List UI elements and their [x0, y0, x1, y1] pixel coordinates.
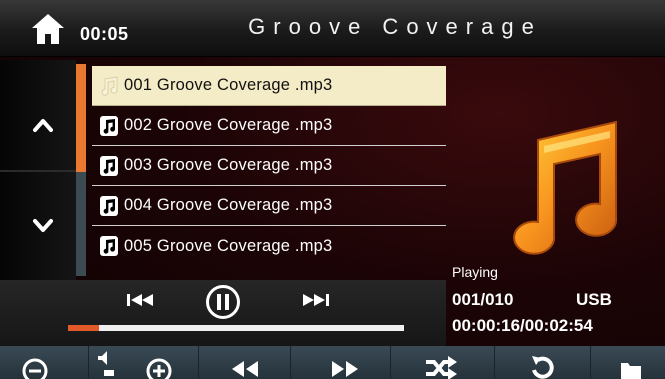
track-name: 005 Groove Coverage .mp3 — [124, 236, 333, 255]
home-button[interactable] — [30, 12, 66, 46]
shuffle-icon — [426, 356, 457, 379]
music-note-icon — [101, 75, 118, 96]
transport-controls — [0, 280, 446, 346]
playlist-scroll-panel — [0, 60, 76, 280]
media-player-screen: 00:05 Groove Coverage 001 Groove Coverag… — [0, 0, 665, 379]
skip-previous-icon — [127, 294, 153, 306]
rewind-button[interactable] — [198, 346, 291, 379]
pause-button[interactable] — [205, 284, 241, 320]
playlist: 001 Groove Coverage .mp3 002 Groove Cove… — [92, 66, 446, 266]
next-track-button[interactable] — [298, 290, 332, 310]
minus-circle-icon — [22, 358, 48, 379]
scroll-divider — [0, 170, 76, 172]
clock-display: 00:05 — [80, 24, 129, 44]
playback-status: Playing — [452, 264, 498, 280]
track-name: 003 Groove Coverage .mp3 — [124, 156, 333, 174]
playlist-item[interactable]: 003 Groove Coverage .mp3 — [92, 146, 446, 186]
progress-bar-fill — [68, 325, 99, 331]
volume-up-button[interactable] — [128, 346, 199, 379]
progress-bar[interactable] — [68, 325, 404, 331]
volume-indicator — [88, 346, 128, 379]
elapsed-total-time: 00:00:16/00:02:54 — [452, 316, 593, 335]
fast-forward-icon — [332, 361, 358, 377]
skip-next-icon — [303, 294, 329, 306]
music-note-icon — [100, 195, 118, 216]
playlist-item[interactable]: 004 Groove Coverage .mp3 — [92, 186, 446, 226]
home-icon — [32, 14, 64, 44]
volume-down-button[interactable] — [0, 346, 89, 379]
repeat-button[interactable] — [494, 346, 591, 379]
shuffle-button[interactable] — [390, 346, 495, 379]
album-art-music-note-icon — [513, 120, 618, 255]
fast-forward-button[interactable] — [290, 346, 391, 379]
playlist-item[interactable]: 005 Groove Coverage .mp3 — [92, 226, 446, 266]
scroll-down-button[interactable] — [30, 212, 56, 238]
music-note-icon — [100, 236, 118, 256]
media-source: USB — [576, 290, 612, 309]
playlist-scrollbar-thumb[interactable] — [76, 64, 86, 172]
chevron-up-icon — [33, 119, 53, 132]
folder-icon — [621, 363, 641, 379]
playlist-item[interactable]: 001 Groove Coverage .mp3 — [92, 66, 446, 106]
music-note-icon — [100, 115, 118, 136]
bottom-toolbar — [0, 346, 665, 379]
pause-icon — [206, 285, 240, 319]
track-name: 002 Groove Coverage .mp3 — [124, 116, 333, 134]
track-counter: 001/010 — [452, 290, 514, 309]
plus-circle-icon — [146, 358, 172, 379]
speaker-icon — [98, 351, 114, 376]
playlist-item[interactable]: 002 Groove Coverage .mp3 — [92, 106, 446, 146]
previous-track-button[interactable] — [124, 290, 158, 310]
repeat-icon — [532, 356, 554, 379]
folder-button[interactable] — [590, 346, 665, 379]
scroll-up-button[interactable] — [30, 112, 56, 138]
track-name: 001 Groove Coverage .mp3 — [124, 76, 333, 94]
chevron-down-icon — [33, 219, 53, 232]
music-note-icon — [100, 155, 118, 176]
now-playing-title: Groove Coverage — [248, 14, 542, 39]
rewind-icon — [232, 361, 258, 377]
header-bar: 00:05 Groove Coverage — [0, 0, 665, 57]
track-name: 004 Groove Coverage .mp3 — [124, 196, 333, 214]
